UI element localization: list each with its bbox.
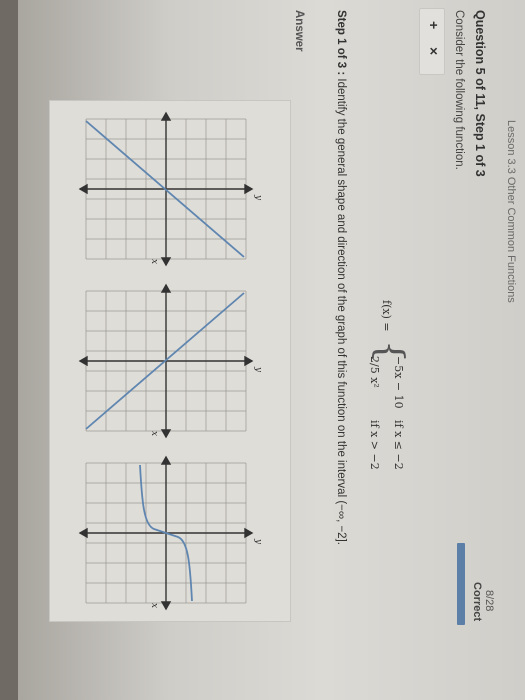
x-axis-label: x <box>149 259 159 264</box>
screen: Lesson 3.3 Other Common Functions Questi… <box>18 0 525 700</box>
step-prefix: Step 1 of 3 : <box>335 10 347 76</box>
piece-2: 2/5 x² <box>368 356 381 388</box>
plus-button[interactable]: + <box>426 21 442 29</box>
y-axis-label: y <box>253 538 263 545</box>
toolbar: + × <box>419 8 445 75</box>
x-axis-label: x <box>149 431 159 436</box>
condition-2: if x > −2 <box>368 420 381 470</box>
step-text: Step 1 of 3 : Identify the general shape… <box>335 10 347 545</box>
y-axis-label: y <box>253 366 263 373</box>
progress-bar <box>457 543 465 625</box>
graph-choice-line-increasing[interactable]: y x <box>76 109 276 269</box>
function-lhs: f(x) = <box>380 300 393 332</box>
answer-panel: y x y x y x <box>49 100 291 622</box>
y-axis-label: y <box>253 194 263 201</box>
answer-label: Answer <box>293 10 305 52</box>
times-button[interactable]: × <box>426 47 442 55</box>
graph-choice-cube-root[interactable]: y x <box>76 453 276 613</box>
status-text: Correct <box>471 582 483 622</box>
graph-choice-line-decreasing[interactable]: y x <box>76 281 276 441</box>
step-body: Identify the general shape and direction… <box>335 75 347 545</box>
score-text: 8/28 <box>483 590 495 612</box>
condition-1: if x ≤ −2 <box>392 420 405 470</box>
question-page: Lesson 3.3 Other Common Functions Questi… <box>35 0 525 700</box>
prompt-text: Consider the following function. <box>453 10 465 170</box>
question-header: Question 5 of 11, Step 1 of 3 <box>473 10 487 177</box>
piece-1: −5x − 10 <box>392 356 405 409</box>
breadcrumb[interactable]: Lesson 3.3 Other Common Functions <box>505 120 517 303</box>
x-axis-label: x <box>149 603 159 608</box>
